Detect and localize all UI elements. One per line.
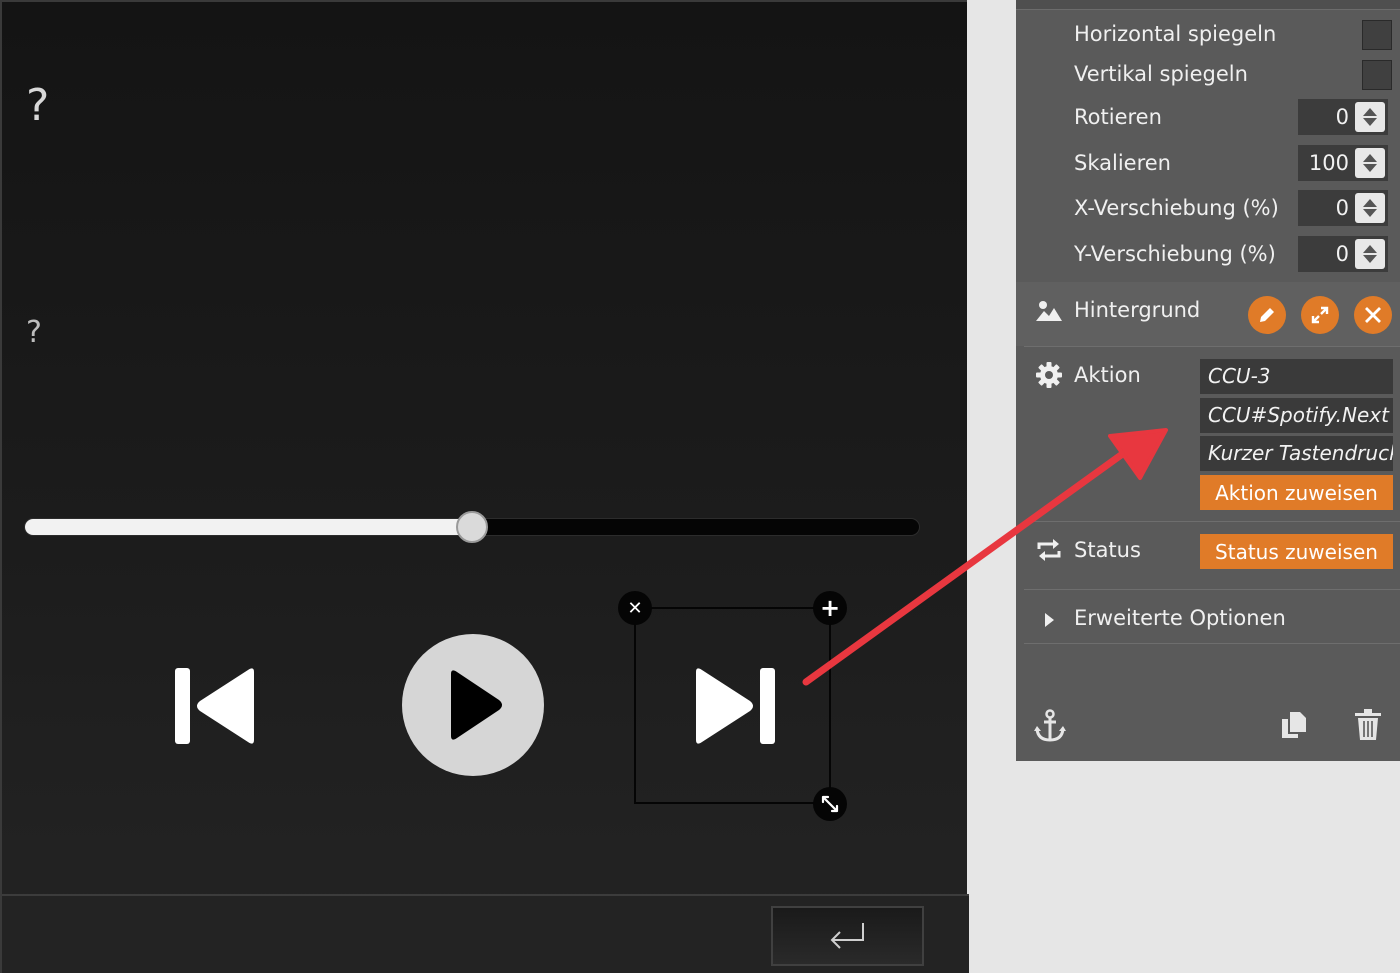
- status-label: Status: [1074, 538, 1141, 562]
- previous-track-button[interactable]: [162, 657, 268, 755]
- rotate-label: Rotieren: [1074, 105, 1162, 129]
- anchor-icon[interactable]: [1032, 708, 1068, 744]
- enter-return-icon: [830, 923, 864, 949]
- stage-bottom-bar: [2, 894, 969, 973]
- play-icon: [451, 670, 502, 740]
- close-icon: ✕: [627, 597, 643, 619]
- selection-close-handle[interactable]: ✕: [618, 591, 652, 625]
- assign-action-button[interactable]: Aktion zuweisen: [1200, 475, 1393, 510]
- scale-spinner[interactable]: 100: [1298, 145, 1388, 181]
- edit-background-button[interactable]: [1248, 296, 1286, 334]
- flip-horizontal-label: Horizontal spiegeln: [1074, 22, 1277, 46]
- close-icon: [1365, 307, 1381, 323]
- play-button[interactable]: [402, 634, 544, 776]
- rotate-spinner[interactable]: 0: [1298, 99, 1388, 135]
- skip-previous-icon: [175, 668, 254, 744]
- trash-icon[interactable]: [1352, 708, 1384, 742]
- advanced-options-toggle[interactable]: Erweiterte Optionen: [1074, 608, 1286, 629]
- gear-icon: [1034, 360, 1064, 390]
- divider: [1024, 589, 1400, 590]
- scale-value: 100: [1308, 151, 1349, 175]
- expand-icon: [1311, 306, 1329, 324]
- selection-add-handle[interactable]: +: [813, 591, 847, 625]
- action-trigger-field[interactable]: Kurzer Tastendruck: [1200, 436, 1393, 471]
- x-offset-label: X-Verschiebung (%): [1074, 196, 1279, 220]
- panel-top-edge: [1016, 0, 1400, 10]
- spinner-arrows-icon[interactable]: [1355, 148, 1385, 178]
- assign-status-button[interactable]: Status zuweisen: [1200, 534, 1393, 569]
- flip-vertical-label: Vertikal spiegeln: [1074, 62, 1248, 86]
- progress-slider-thumb[interactable]: [456, 511, 488, 543]
- progress-slider-fill: [25, 519, 472, 535]
- flip-vertical-checkbox[interactable]: [1362, 60, 1392, 90]
- action-device-field[interactable]: CCU-3: [1200, 359, 1393, 394]
- divider: [1024, 521, 1400, 522]
- progress-slider[interactable]: [24, 511, 920, 543]
- spinner-arrows-icon[interactable]: [1355, 193, 1385, 223]
- copy-icon[interactable]: [1278, 708, 1310, 742]
- resize-icon: [821, 795, 839, 813]
- plus-icon: +: [819, 594, 841, 622]
- y-offset-label: Y-Verschiebung (%): [1074, 242, 1276, 266]
- y-offset-value: 0: [1335, 242, 1349, 266]
- spinner-arrows-icon[interactable]: [1355, 102, 1385, 132]
- flip-horizontal-checkbox[interactable]: [1362, 20, 1392, 50]
- editor-stage: ? ? ✕ +: [0, 0, 969, 973]
- rotate-value: 0: [1335, 105, 1349, 129]
- properties-panel: Horizontal spiegeln Vertikal spiegeln Ro…: [1016, 0, 1400, 761]
- expand-background-button[interactable]: [1301, 296, 1339, 334]
- spinner-arrows-icon[interactable]: [1355, 239, 1385, 269]
- pencil-icon: [1260, 308, 1274, 322]
- action-label: Aktion: [1074, 363, 1141, 387]
- selection-resize-handle[interactable]: [813, 787, 847, 821]
- divider: [1024, 346, 1400, 347]
- next-track-button[interactable]: [682, 657, 788, 755]
- image-icon: [1034, 296, 1064, 326]
- repeat-icon: [1034, 535, 1064, 565]
- placeholder-question-mark-small[interactable]: ?: [26, 318, 42, 348]
- x-offset-spinner[interactable]: 0: [1298, 190, 1388, 226]
- x-offset-value: 0: [1335, 196, 1349, 220]
- action-datapoint-field[interactable]: CCU#Spotify.Next: [1200, 398, 1393, 433]
- y-offset-spinner[interactable]: 0: [1298, 236, 1388, 272]
- remove-background-button[interactable]: [1354, 296, 1392, 334]
- skip-next-icon: [696, 668, 775, 744]
- divider: [1024, 643, 1400, 644]
- background-label: Hintergrund: [1074, 298, 1201, 322]
- placeholder-question-mark-large[interactable]: ?: [26, 84, 49, 128]
- scale-label: Skalieren: [1074, 151, 1171, 175]
- caret-right-icon[interactable]: [1034, 605, 1064, 635]
- enter-button[interactable]: [771, 906, 924, 966]
